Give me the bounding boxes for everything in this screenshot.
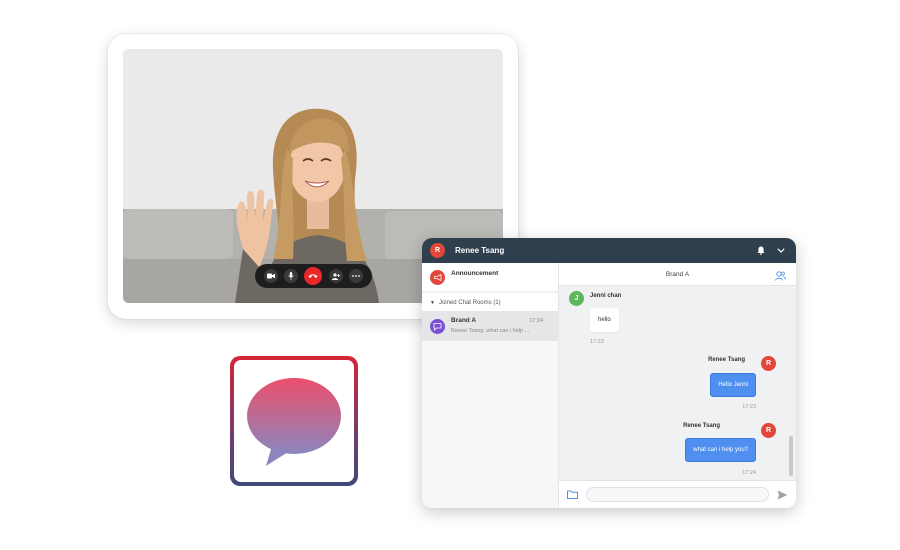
sender-avatar: R	[761, 423, 776, 438]
message-time: 17:24	[742, 470, 756, 476]
room-header: Brand A	[559, 263, 796, 286]
more-icon	[351, 275, 360, 277]
camera-button[interactable]	[264, 269, 279, 283]
message-input[interactable]	[586, 487, 769, 502]
end-call-icon	[308, 274, 318, 278]
room-avatar	[430, 319, 445, 334]
chat-body: Announcement ▼ Joined Chat Rooms (1) Bra…	[422, 263, 796, 508]
notifications-button[interactable]	[754, 244, 768, 258]
send-icon[interactable]	[777, 490, 788, 500]
message-bubble: hello	[590, 308, 619, 332]
message-composer	[559, 480, 796, 508]
members-icon	[775, 271, 786, 281]
end-call-button[interactable]	[304, 267, 323, 285]
chat-main-panel: Brand A J Jenni chan hello 17:23 Renee T…	[559, 263, 796, 508]
megaphone-icon	[433, 273, 441, 281]
chat-bubble-icon	[247, 378, 341, 466]
message-sender: Renee Tsang	[683, 423, 720, 429]
add-person-icon	[331, 272, 340, 280]
members-button[interactable]	[775, 268, 786, 286]
scrollbar-thumb[interactable]	[789, 436, 793, 476]
caret-down-icon: ▼	[430, 299, 435, 306]
app-logo	[230, 356, 358, 486]
chat-room-icon	[433, 323, 442, 331]
microphone-icon	[288, 272, 294, 280]
message-sender: Jenni chan	[590, 293, 622, 299]
chat-window: R Renee Tsang Announcement ▼ Joined Chat…	[422, 238, 796, 508]
announcement-label: Announcement	[451, 269, 499, 277]
announcement-avatar	[430, 269, 445, 285]
add-person-button[interactable]	[328, 269, 343, 283]
current-user-name: Renee Tsang	[455, 246, 505, 255]
message-sender: Renee Tsang	[708, 357, 745, 363]
announcement-item[interactable]: Announcement	[422, 263, 558, 292]
message-list[interactable]: J Jenni chan hello 17:23 Renee Tsang R H…	[559, 286, 796, 480]
room-title: Brand A	[665, 270, 690, 278]
room-last-message: Renee Tsang: what can i help ...	[451, 328, 530, 334]
microphone-button[interactable]	[284, 269, 299, 283]
more-button[interactable]	[348, 269, 363, 283]
sender-avatar: R	[761, 356, 776, 371]
joined-rooms-toggle[interactable]: ▼ Joined Chat Rooms (1)	[422, 294, 558, 311]
room-time: 17:24	[529, 318, 543, 324]
app-logo-inner	[234, 360, 354, 482]
message-time: 17:23	[742, 404, 756, 410]
folder-icon[interactable]	[567, 490, 578, 499]
chevron-down-icon	[777, 248, 785, 253]
message-bubble: what can i help you?	[685, 438, 756, 462]
chat-sidebar: Announcement ▼ Joined Chat Rooms (1) Bra…	[422, 263, 559, 508]
bell-icon	[757, 246, 765, 255]
camera-icon	[267, 273, 276, 279]
chat-header: R Renee Tsang	[422, 238, 796, 263]
room-list-item[interactable]: Brand A Renee Tsang: what can i help ...…	[422, 311, 558, 341]
message-time: 17:23	[590, 339, 604, 345]
call-controls-bar	[255, 264, 372, 288]
collapse-button[interactable]	[774, 244, 788, 258]
current-user-avatar[interactable]: R	[430, 243, 445, 258]
joined-rooms-label: Joined Chat Rooms (1)	[438, 299, 501, 306]
message-bubble: Hello Jenni	[710, 373, 756, 397]
sender-avatar: J	[569, 291, 584, 306]
